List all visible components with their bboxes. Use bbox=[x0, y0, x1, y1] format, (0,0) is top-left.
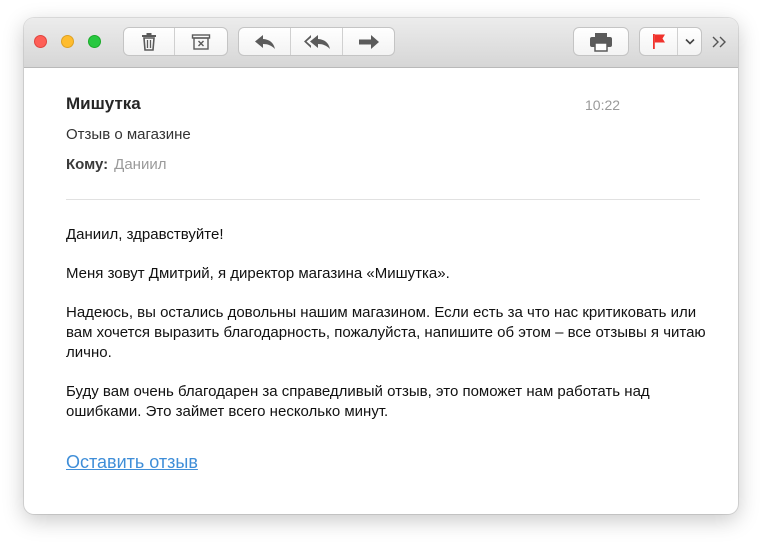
archive-button[interactable] bbox=[175, 28, 227, 55]
sender-name: Мишутка bbox=[66, 94, 141, 113]
reply-button[interactable] bbox=[239, 28, 291, 55]
flag-icon bbox=[652, 34, 665, 49]
archive-icon bbox=[191, 33, 211, 50]
print-button[interactable] bbox=[574, 28, 628, 55]
forward-button[interactable] bbox=[343, 28, 394, 55]
toolbar bbox=[24, 18, 738, 68]
close-window-button[interactable] bbox=[34, 35, 47, 48]
reply-all-button[interactable] bbox=[291, 28, 343, 55]
reply-all-icon bbox=[303, 34, 330, 49]
message-time: 10:22 bbox=[585, 97, 621, 113]
flag-button[interactable] bbox=[640, 28, 678, 55]
delete-archive-group bbox=[123, 27, 228, 56]
print-group bbox=[573, 27, 629, 56]
body-paragraph: Меня зовут Дмитрий, я директор магазина … bbox=[66, 265, 450, 282]
message-subject: Отзыв о магазине bbox=[66, 126, 191, 143]
recipient-name[interactable]: Даниил bbox=[114, 156, 166, 173]
to-label: Кому: bbox=[66, 156, 109, 173]
recipient-line: Кому: Даниил bbox=[66, 156, 166, 173]
body-paragraph: Даниил, здравствуйте! bbox=[66, 226, 224, 243]
flag-menu-button[interactable] bbox=[678, 28, 701, 55]
chevron-down-icon bbox=[684, 38, 695, 45]
zoom-window-button[interactable] bbox=[88, 35, 101, 48]
chevron-double-right-icon bbox=[712, 36, 726, 48]
mail-window: Мишутка 10:22 Отзыв о магазине Кому: Дани… bbox=[24, 18, 738, 514]
flag-group bbox=[639, 27, 702, 56]
message-body: Даниил, здравствуйте! Меня зовут Дмитрий… bbox=[66, 225, 706, 441]
leave-review-link[interactable]: Оставить отзыв bbox=[66, 452, 198, 473]
trash-icon bbox=[142, 33, 156, 51]
printer-icon bbox=[590, 32, 612, 52]
reply-icon bbox=[254, 34, 275, 49]
delete-button[interactable] bbox=[124, 28, 176, 55]
body-paragraph: Буду вам очень благодарен за справедливы… bbox=[66, 383, 650, 420]
body-paragraph: Надеюсь, вы остались довольны нашим мага… bbox=[66, 304, 706, 361]
forward-icon bbox=[358, 34, 379, 49]
reply-forward-group bbox=[238, 27, 395, 56]
header-divider bbox=[66, 199, 700, 200]
more-toolbar-button[interactable] bbox=[709, 32, 731, 52]
minimize-window-button[interactable] bbox=[61, 35, 74, 48]
